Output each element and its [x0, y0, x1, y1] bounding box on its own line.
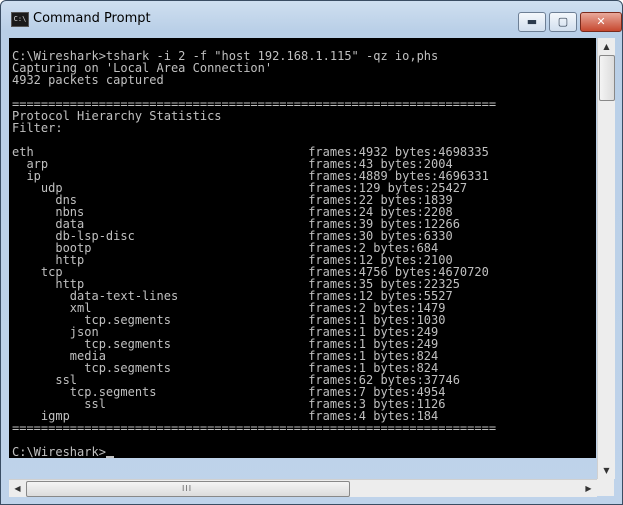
- scroll-down-arrow-icon[interactable]: ▼: [598, 462, 615, 479]
- text-cursor: [105, 456, 114, 458]
- title-bar[interactable]: C:\ Command Prompt ▬ ▢ ✕: [1, 1, 622, 37]
- console-line: Filter:: [12, 121, 63, 135]
- console-text: C:\Wireshark>tshark -i 2 -f "host 192.16…: [9, 38, 596, 458]
- scroll-left-arrow-icon[interactable]: ◀: [9, 480, 26, 497]
- cmd-icon[interactable]: C:\: [11, 12, 29, 27]
- scroll-grip-icon: III: [182, 484, 193, 493]
- console-line: 4932 packets captured: [12, 73, 164, 87]
- horizontal-scroll-thumb[interactable]: III: [26, 481, 350, 497]
- command-prompt-window: C:\ Command Prompt ▬ ▢ ✕ C:\Wireshark>ts…: [0, 0, 623, 505]
- scroll-right-arrow-icon[interactable]: ▶: [580, 480, 597, 497]
- maximize-button[interactable]: ▢: [549, 12, 577, 32]
- console-output[interactable]: C:\Wireshark>tshark -i 2 -f "host 192.16…: [9, 38, 596, 458]
- window-title: Command Prompt: [33, 11, 151, 26]
- close-button[interactable]: ✕: [580, 12, 622, 32]
- vertical-scrollbar[interactable]: ▲ ▼: [597, 38, 615, 479]
- horizontal-scrollbar[interactable]: ◀ III ▶: [9, 479, 597, 497]
- console-line: ========================================…: [12, 421, 497, 435]
- scroll-up-arrow-icon[interactable]: ▲: [598, 38, 615, 55]
- vertical-scroll-thumb[interactable]: [599, 55, 615, 101]
- minimize-button[interactable]: ▬: [518, 12, 546, 32]
- scrollbar-corner: [597, 479, 614, 496]
- command-prompt-line: C:\Wireshark>: [12, 445, 106, 458]
